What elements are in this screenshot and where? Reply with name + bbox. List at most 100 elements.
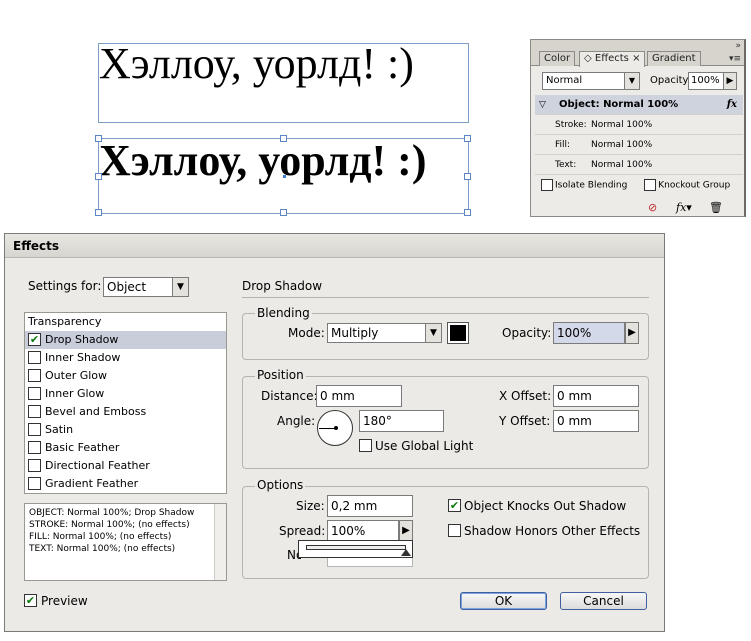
add-effect-fx-label: fx (676, 201, 687, 214)
opacity-input[interactable]: 100% (553, 322, 625, 344)
summary-scrollbar[interactable] (214, 504, 226, 580)
chevron-down-icon[interactable]: ▼ (624, 73, 639, 89)
distance-label: Distance: (261, 389, 318, 403)
chevron-down-icon[interactable]: ▼ (425, 324, 441, 342)
opacity-arrow-icon[interactable]: ▶ (625, 322, 639, 344)
position-group-title: Position (255, 368, 306, 382)
panel-row-fill[interactable]: Fill: Normal 100% (535, 135, 743, 155)
panel-opacity-input[interactable]: 100% (688, 72, 724, 90)
effect-item-drop-shadow[interactable]: ✔ Drop Shadow (25, 331, 226, 349)
shadow-honors-label: Shadow Honors Other Effects (464, 524, 641, 538)
spread-slider-track[interactable] (306, 545, 406, 550)
text-frame-bold-selected[interactable]: Хэллоу, уорлд! :) (95, 135, 471, 216)
dialog-titlebar[interactable]: Effects (5, 234, 664, 258)
options-group-title: Options (255, 478, 306, 492)
close-tab-icon[interactable]: × (632, 53, 640, 64)
isolate-blending-checkbox[interactable] (541, 179, 553, 191)
panel-row-text[interactable]: Text: Normal 100% (535, 155, 743, 175)
object-knocks-out-checkbox[interactable]: ✔ (448, 499, 461, 512)
preview-checkbox[interactable]: ✔ (24, 594, 37, 607)
opacity-label: Opacity: (502, 326, 552, 340)
tab-effects-label: Effects (594, 53, 629, 64)
effect-item-basic-feather[interactable]: Basic Feather (25, 439, 226, 457)
spread-arrow-icon[interactable]: ▶ (399, 520, 413, 542)
panel-row-object[interactable]: ▽ Object: Normal 100% fx (535, 95, 743, 115)
effect-item-label: Outer Glow (45, 369, 108, 382)
drop-shadow-checkbox[interactable]: ✔ (28, 333, 41, 346)
fx-icon: fx (726, 99, 737, 110)
use-global-light-checkbox[interactable] (359, 439, 372, 452)
x-offset-input[interactable]: 0 mm (553, 385, 639, 407)
add-effect-fx-icon[interactable]: fx▾ (676, 200, 692, 216)
size-input[interactable]: 0,2 mm (327, 495, 413, 517)
tab-gradient-label: Gradient (652, 53, 696, 64)
knockout-group-checkbox[interactable] (644, 179, 657, 191)
panel-opacity-arrow-icon[interactable]: ▶ (724, 72, 737, 90)
resize-handle-bottom-right[interactable] (464, 209, 471, 216)
angle-dial[interactable] (317, 410, 353, 446)
settings-for-select[interactable]: Object ▼ (103, 277, 189, 297)
effect-item-inner-glow[interactable]: Inner Glow (25, 385, 226, 403)
effect-item-inner-shadow[interactable]: Inner Shadow (25, 349, 226, 367)
effects-list-header-transparency[interactable]: Transparency (28, 315, 101, 328)
effect-item-label: Gradient Feather (45, 477, 139, 490)
chevron-down-icon[interactable]: ▼ (172, 278, 188, 296)
gradient-feather-checkbox[interactable] (28, 477, 41, 490)
frame-center-point (283, 175, 286, 178)
text-frame-regular[interactable]: Хэллоу, уорлд! :) (98, 39, 469, 123)
ok-button[interactable]: OK (460, 592, 547, 610)
panel-blend-mode-select[interactable]: Normal ▼ (542, 72, 640, 90)
angle-input[interactable]: 180° (359, 410, 444, 432)
panel-row-stroke-label: Stroke: (555, 120, 587, 130)
inner-shadow-checkbox[interactable] (28, 351, 41, 364)
resize-handle-right[interactable] (464, 173, 471, 180)
summary-line: FILL: Normal 100%; (no effects) (29, 532, 172, 542)
shadow-color-swatch[interactable] (447, 322, 469, 344)
effect-item-label: Drop Shadow (45, 333, 119, 346)
effect-item-gradient-feather[interactable]: Gradient Feather (25, 475, 226, 493)
directional-feather-checkbox[interactable] (28, 459, 41, 472)
settings-for-value: Object (107, 280, 147, 294)
clear-effects-icon[interactable]: ⊘ (648, 200, 657, 216)
resize-handle-left[interactable] (95, 173, 102, 180)
cancel-button[interactable]: Cancel (560, 592, 647, 610)
section-title: Drop Shadow (242, 279, 323, 293)
collapse-panel-icon[interactable]: » (735, 41, 741, 51)
effect-item-outer-glow[interactable]: Outer Glow (25, 367, 226, 385)
resize-handle-top-right[interactable] (464, 135, 471, 142)
panel-tab-bar: » Color ◇ Effects × Gradient ▾≡ (531, 40, 744, 67)
outer-glow-checkbox[interactable] (28, 369, 41, 382)
tab-color[interactable]: Color (539, 51, 576, 66)
tab-effects[interactable]: ◇ Effects × (579, 51, 646, 67)
spread-slider-thumb[interactable] (401, 549, 411, 556)
inner-glow-checkbox[interactable] (28, 387, 41, 400)
panel-row-stroke[interactable]: Stroke: Normal 100% (535, 115, 743, 135)
resize-handle-top[interactable] (280, 135, 287, 142)
spread-input[interactable]: 100% (327, 520, 399, 542)
effect-item-directional-feather[interactable]: Directional Feather (25, 457, 226, 475)
trash-icon[interactable]: 🗑 (709, 200, 723, 216)
blend-mode-select[interactable]: Multiply ▼ (327, 323, 442, 343)
effect-item-satin[interactable]: Satin (25, 421, 226, 439)
panel-options-row: Isolate Blending Knockout Group (541, 179, 730, 191)
distance-input[interactable]: 0 mm (316, 385, 402, 407)
effect-item-bevel-and-emboss[interactable]: Bevel and Emboss (25, 403, 226, 421)
panel-row-object-value: Normal 100% (603, 99, 679, 110)
angle-label: Angle: (277, 414, 316, 428)
shadow-honors-checkbox[interactable] (448, 524, 461, 537)
panel-menu-icon[interactable]: ▾≡ (729, 54, 741, 64)
tab-gradient[interactable]: Gradient (647, 51, 701, 66)
resize-handle-top-left[interactable] (95, 135, 102, 142)
disclosure-triangle-icon[interactable]: ▽ (539, 95, 546, 115)
resize-handle-bottom-left[interactable] (95, 209, 102, 216)
satin-checkbox[interactable] (28, 423, 41, 436)
resize-handle-bottom[interactable] (280, 209, 287, 216)
text-frame-bold-content: Хэллоу, уорлд! :) (99, 136, 427, 185)
mode-label: Mode: (288, 326, 325, 340)
spread-slider-popup[interactable] (298, 540, 413, 558)
bevel-and-emboss-checkbox[interactable] (28, 405, 41, 418)
basic-feather-checkbox[interactable] (28, 441, 41, 454)
text-frame-regular-content: Хэллоу, уорлд! :) (99, 39, 414, 88)
summary-line: STROKE: Normal 100%; (no effects) (29, 520, 190, 530)
y-offset-input[interactable]: 0 mm (553, 410, 639, 432)
